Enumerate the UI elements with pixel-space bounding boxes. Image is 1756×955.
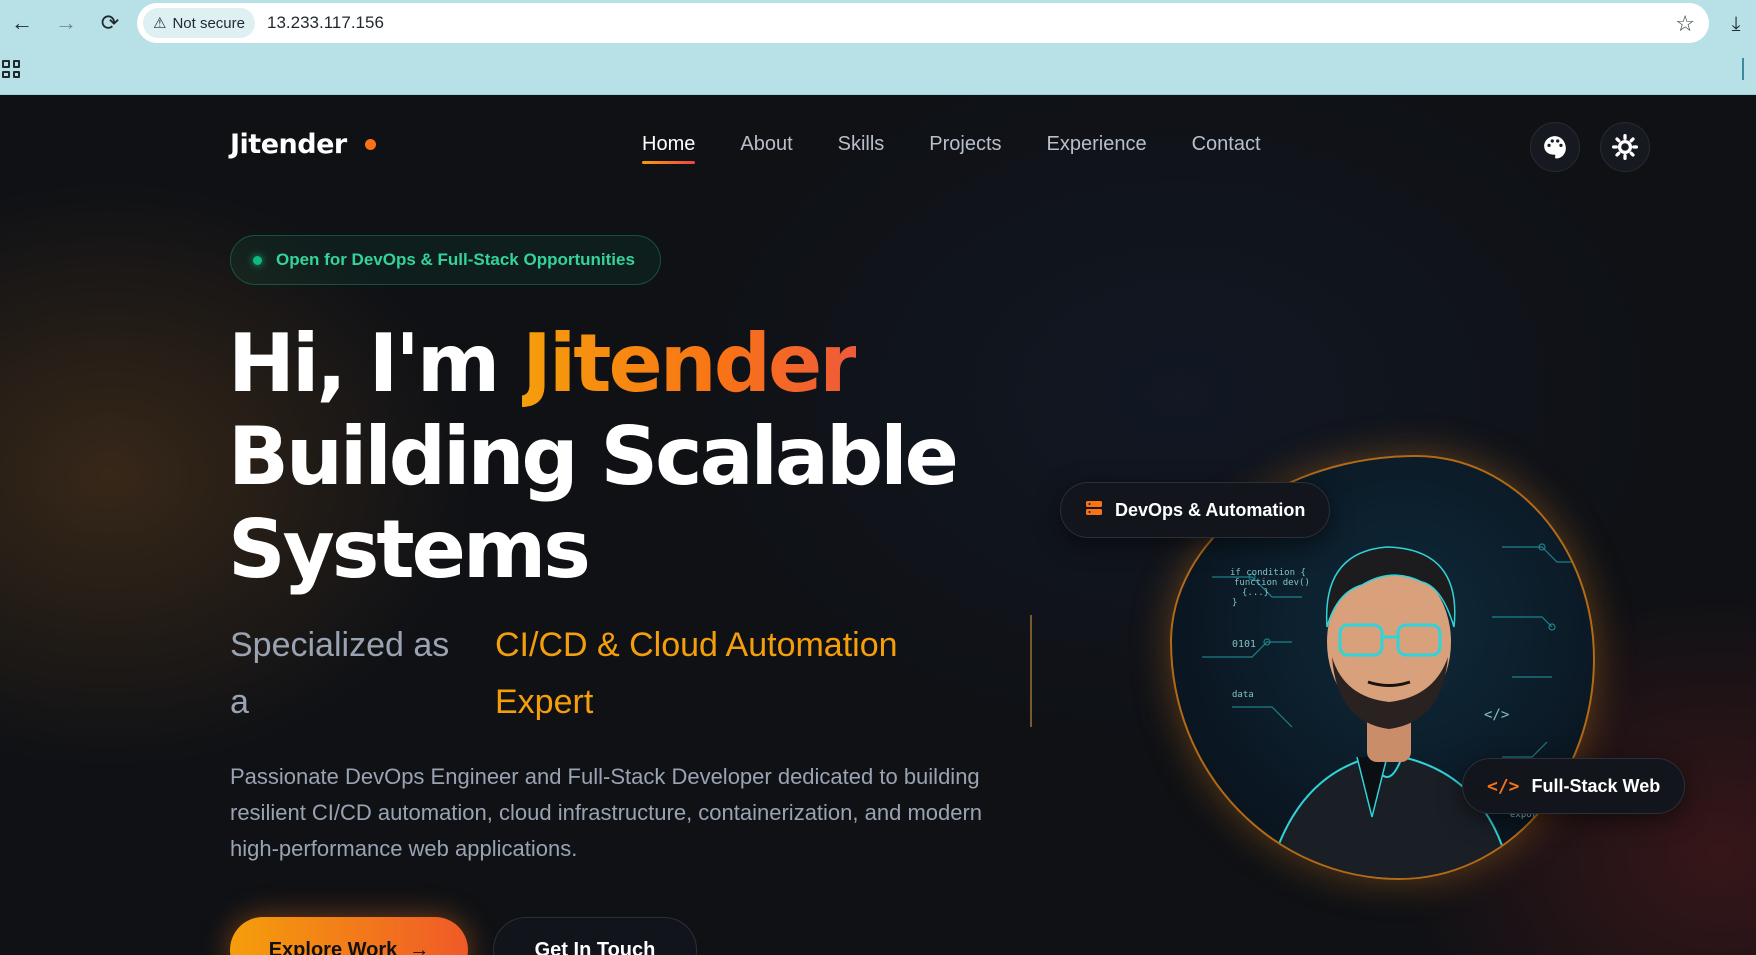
- explore-work-button[interactable]: Explore Work →: [230, 917, 468, 955]
- hero-description: Passionate DevOps Engineer and Full-Stac…: [230, 764, 983, 861]
- page-viewport: Jitender Home About Skills Projects Expe…: [0, 95, 1756, 955]
- code-line-2: function dev(): [1234, 578, 1310, 588]
- forward-icon[interactable]: →: [44, 0, 88, 46]
- get-in-touch-label: Get In Touch: [534, 938, 656, 955]
- address-bar[interactable]: ⚠ Not secure 13.233.117.156 ☆: [137, 3, 1709, 43]
- code-line-4: }: [1232, 598, 1237, 608]
- fullstack-chip: </> Full-Stack Web: [1462, 758, 1686, 814]
- headline-prefix: Hi, I'm: [228, 317, 500, 410]
- availability-badge: Open for DevOps & Full-Stack Opportuniti…: [230, 235, 661, 285]
- site-logo[interactable]: Jitender: [230, 129, 376, 160]
- bookmarks-bar: [0, 46, 1756, 95]
- bookmarks-divider: [1742, 58, 1744, 80]
- nav-experience[interactable]: Experience: [1047, 133, 1147, 164]
- code-tag: </>: [1484, 707, 1509, 723]
- code-line-1: if condition {: [1230, 568, 1306, 578]
- nav-contact[interactable]: Contact: [1192, 133, 1261, 164]
- security-chip[interactable]: ⚠ Not secure: [143, 8, 255, 38]
- specialized-label: Specialized as a: [230, 626, 450, 721]
- server-icon: [1085, 499, 1103, 522]
- status-dot: [253, 255, 262, 265]
- code-data: data: [1232, 690, 1254, 700]
- badge-text: Open for DevOps & Full-Stack Opportuniti…: [276, 250, 635, 269]
- fullstack-chip-label: Full-Stack Web: [1531, 775, 1661, 796]
- palette-button[interactable]: [1530, 122, 1580, 172]
- nav-home[interactable]: Home: [642, 133, 696, 164]
- bookmark-star-icon[interactable]: ☆: [1675, 11, 1695, 37]
- devops-chip: DevOps & Automation: [1060, 482, 1331, 538]
- headline-line-3: Systems: [228, 503, 591, 596]
- logo-text: Jitender: [230, 129, 347, 160]
- browser-toolbar: ← → ⟳ ⚠ Not secure 13.233.117.156 ☆ ⤓: [0, 0, 1756, 46]
- reload-icon[interactable]: ⟳: [88, 0, 132, 46]
- headline-line-2: Building Scalable: [228, 410, 959, 503]
- warning-icon: ⚠: [153, 15, 167, 32]
- nav-projects[interactable]: Projects: [929, 133, 1001, 164]
- download-icon[interactable]: ⤓: [1722, 10, 1750, 38]
- theme-toggle-button[interactable]: [1600, 122, 1650, 172]
- get-in-touch-button[interactable]: Get In Touch: [493, 917, 697, 955]
- specialized-role: CI/CD & Cloud Automation Expert: [495, 626, 898, 721]
- code-binary: 0101: [1232, 639, 1256, 650]
- headline-name: Jitender: [522, 317, 859, 410]
- arrow-right-icon: →: [409, 938, 430, 955]
- back-icon[interactable]: ←: [0, 0, 44, 46]
- sun-gear-icon: [1612, 134, 1638, 160]
- security-label: Not secure: [172, 14, 245, 32]
- explore-work-label: Explore Work: [268, 938, 398, 955]
- devops-chip-label: DevOps & Automation: [1115, 499, 1306, 520]
- palette-icon: [1544, 136, 1566, 159]
- code-icon: </>: [1487, 775, 1520, 797]
- logo-dot: [364, 139, 376, 150]
- nav-about[interactable]: About: [740, 133, 792, 164]
- main-nav: Home About Skills Projects Experience Co…: [642, 133, 1261, 164]
- apps-grid-icon[interactable]: [2, 60, 20, 78]
- code-line-3: {...}: [1242, 588, 1269, 598]
- typing-caret: [1030, 615, 1032, 727]
- hero-headline: Hi, I'm Jitender Building Scalable Syste…: [228, 317, 959, 596]
- nav-skills[interactable]: Skills: [838, 133, 885, 164]
- url-text[interactable]: 13.233.117.156: [267, 13, 384, 33]
